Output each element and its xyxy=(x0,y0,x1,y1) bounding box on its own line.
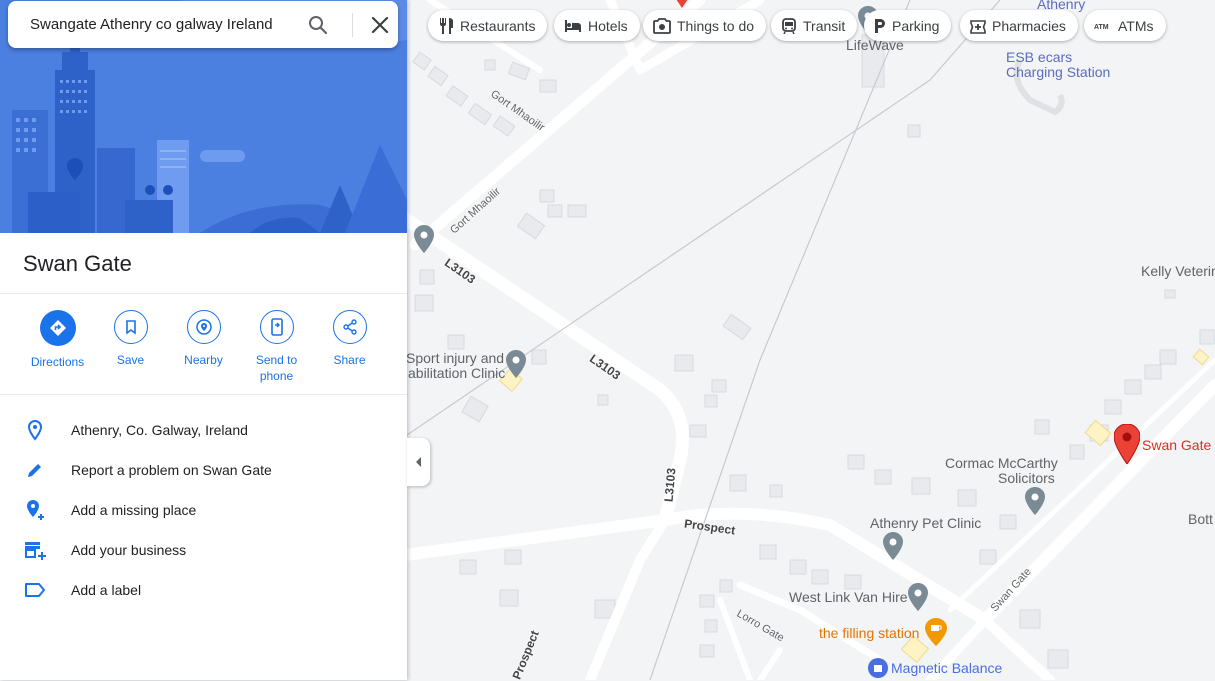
nearby-icon xyxy=(186,310,221,344)
chip-label: Pharmacies xyxy=(992,17,1066,34)
report-problem-text: Report a problem on Swan Gate xyxy=(71,462,272,478)
address-text: Athenry, Co. Galway, Ireland xyxy=(71,422,248,438)
action-label: Directions xyxy=(30,355,85,369)
close-icon[interactable] xyxy=(368,13,392,37)
map-label-esb-line1[interactable]: ESB ecars xyxy=(1006,50,1072,65)
map-label-bott[interactable]: Bott xyxy=(1188,512,1213,527)
map-label-filling-station[interactable]: the filling station xyxy=(819,626,919,641)
bookmark-icon xyxy=(113,310,148,344)
camera-icon xyxy=(653,17,671,34)
info-row-address[interactable]: Athenry, Co. Galway, Ireland xyxy=(0,410,407,450)
poi-pin-icon[interactable] xyxy=(414,225,434,253)
chip-transit[interactable]: Transit xyxy=(771,10,858,41)
hotel-icon xyxy=(565,19,581,32)
map-label-kelly[interactable]: Kelly Veterin xyxy=(1141,264,1215,279)
pharmacy-icon xyxy=(970,19,986,34)
road-label-l3103-c: L3103 xyxy=(661,467,679,503)
divider xyxy=(0,394,407,395)
svg-text:ATM: ATM xyxy=(1094,24,1109,31)
action-label: Save xyxy=(116,353,145,367)
chip-hotels[interactable]: Hotels xyxy=(554,10,640,41)
add-business-text: Add your business xyxy=(71,542,187,558)
add-missing-place-link[interactable]: Add a missing place xyxy=(0,490,407,530)
chip-label: Parking xyxy=(892,17,940,34)
save-button[interactable]: Save xyxy=(94,310,167,368)
action-label: Send to phone xyxy=(255,353,298,383)
search-divider xyxy=(352,13,353,37)
place-title: Swan Gate xyxy=(23,251,132,276)
send-to-phone-button[interactable]: Send to phone xyxy=(240,310,313,384)
search-icon[interactable] xyxy=(306,13,330,37)
chip-restaurants[interactable]: Restaurants xyxy=(428,10,548,41)
map-label-magnetic[interactable]: Magnetic Balance xyxy=(891,661,1002,676)
directions-icon xyxy=(39,310,76,346)
chip-label: Hotels xyxy=(588,17,628,34)
add-label-link[interactable]: Add a label xyxy=(0,570,407,610)
map-label-esb-line2[interactable]: Charging Station xyxy=(1006,65,1110,80)
nearby-button[interactable]: Nearby xyxy=(167,310,240,368)
collapse-panel-button[interactable] xyxy=(407,438,430,486)
search-input[interactable]: Swangate Athenry co galway Ireland xyxy=(30,16,290,33)
send-to-phone-icon xyxy=(259,310,294,344)
map-label-cormac-line1[interactable]: Cormac McCarthy xyxy=(945,456,1058,471)
chip-label: ATMs xyxy=(1118,17,1154,34)
chip-label: Things to do xyxy=(677,17,755,34)
chip-label: Transit xyxy=(803,17,846,34)
place-details-panel: Swangate Athenry co galway Ireland Swan … xyxy=(0,0,407,680)
add-place-icon xyxy=(27,500,44,520)
shopping-pin-icon[interactable] xyxy=(868,656,888,680)
action-label: Share xyxy=(333,353,366,367)
transit-icon xyxy=(782,17,796,34)
location-pin-icon xyxy=(27,419,43,441)
map-label-swan-gate-pin[interactable]: Swan Gate xyxy=(1142,438,1211,453)
chip-atms[interactable]: ATM ATMs xyxy=(1084,10,1166,41)
chip-parking[interactable]: Parking xyxy=(864,10,952,41)
pencil-icon xyxy=(28,464,41,477)
add-business-icon xyxy=(25,542,46,560)
map-label-sport-line2[interactable]: abilitation Clinic xyxy=(408,366,505,381)
chip-label: Restaurants xyxy=(460,17,536,34)
action-label: Nearby xyxy=(184,353,223,367)
poi-pin-icon[interactable] xyxy=(908,583,928,611)
directions-button[interactable]: Directions xyxy=(21,310,94,370)
parking-icon xyxy=(875,18,885,33)
chip-things-to-do[interactable]: Things to do xyxy=(643,10,767,41)
report-problem-link[interactable]: Report a problem on Swan Gate xyxy=(0,450,407,490)
add-missing-place-text: Add a missing place xyxy=(71,502,197,518)
map-label-cormac-line2[interactable]: Solicitors xyxy=(998,471,1055,486)
cafe-pin-icon[interactable] xyxy=(925,618,947,646)
divider xyxy=(0,293,407,294)
atm-icon: ATM xyxy=(1094,24,1109,31)
map-label-sport-line1[interactable]: Sport injury and xyxy=(406,351,504,366)
map-label-westlink[interactable]: West Link Van Hire xyxy=(789,590,908,605)
share-button[interactable]: Share xyxy=(313,310,386,368)
restaurant-icon xyxy=(440,17,453,34)
search-box[interactable]: Swangate Athenry co galway Ireland xyxy=(8,1,398,48)
poi-pin-icon[interactable] xyxy=(506,350,526,378)
poi-pin-icon[interactable] xyxy=(883,532,903,560)
poi-pin-icon[interactable] xyxy=(1025,487,1045,515)
label-icon xyxy=(25,583,45,597)
share-icon xyxy=(332,310,367,344)
map-label-pet-clinic[interactable]: Athenry Pet Clinic xyxy=(870,516,981,531)
chip-pharmacies[interactable]: Pharmacies xyxy=(960,10,1078,41)
chevron-left-icon xyxy=(415,457,421,467)
selected-place-pin-icon[interactable] xyxy=(1114,424,1140,464)
add-label-text: Add a label xyxy=(71,582,142,598)
red-pin-fragment-icon[interactable] xyxy=(674,0,690,10)
add-business-link[interactable]: Add your business xyxy=(0,530,407,570)
